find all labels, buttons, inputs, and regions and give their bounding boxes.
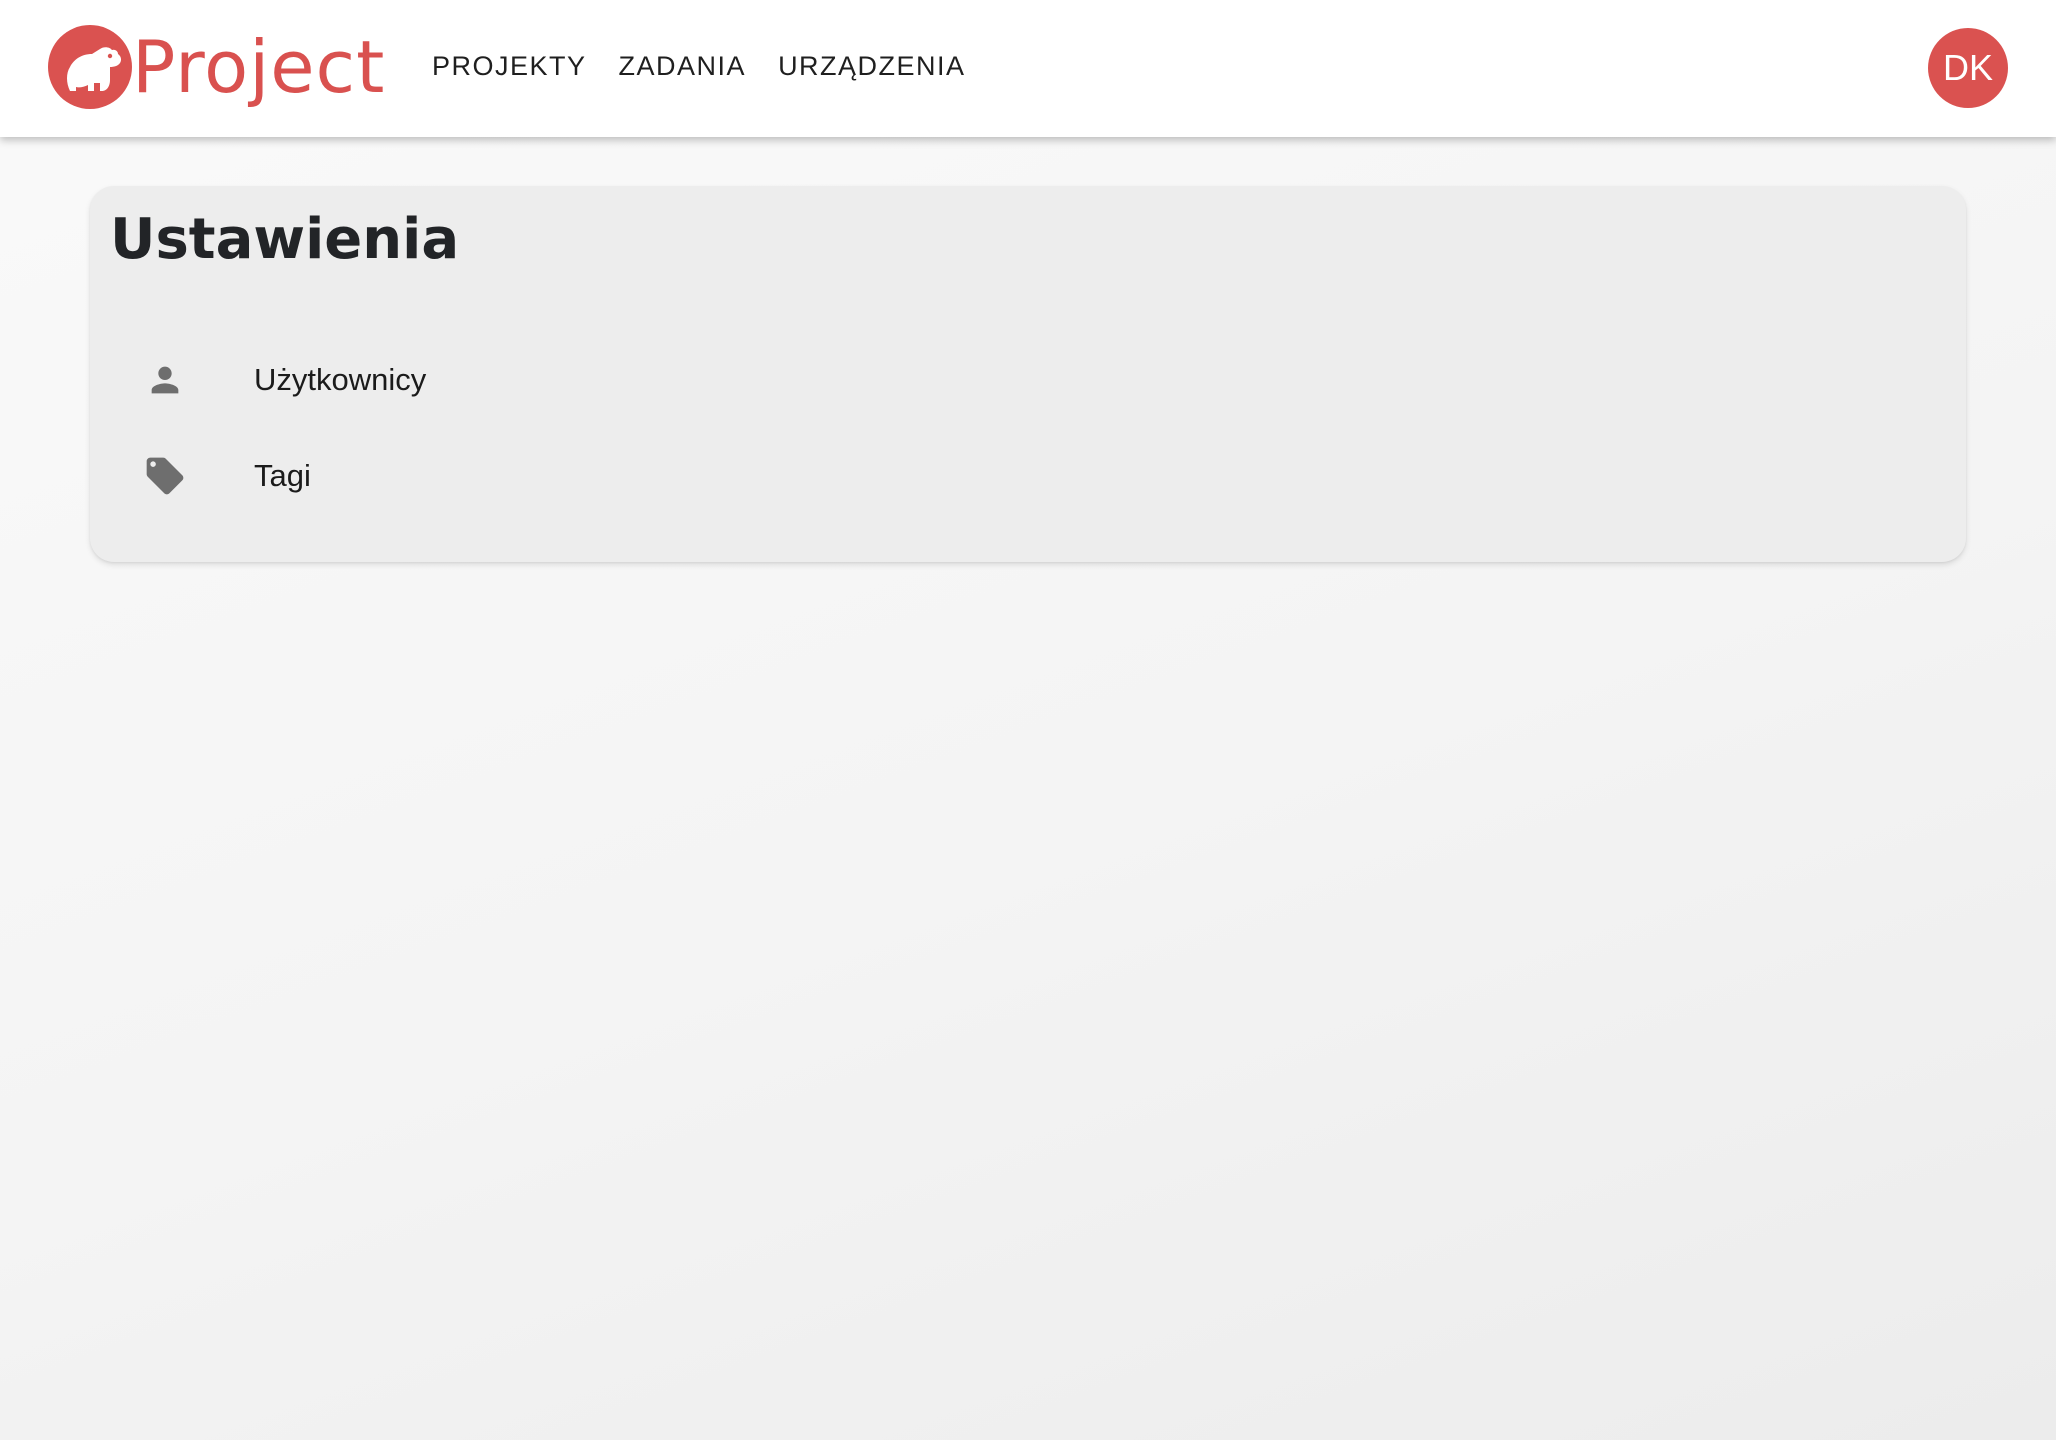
user-avatar[interactable]: DK: [1928, 28, 2008, 108]
settings-item-tags[interactable]: Tagi: [90, 428, 1966, 524]
settings-list: Użytkownicy Tagi: [90, 332, 1966, 524]
app-bar: Project PROJEKTY ZADANIA URZĄDZENIA DK: [0, 0, 2056, 137]
nav-item-zadania[interactable]: ZADANIA: [619, 44, 747, 88]
nav-item-urzadzenia[interactable]: URZĄDZENIA: [778, 44, 966, 88]
app-logo[interactable]: Project: [48, 22, 385, 112]
tag-icon: [142, 453, 188, 499]
settings-item-label: Tagi: [254, 458, 311, 493]
main-nav: PROJEKTY ZADANIA URZĄDZENIA: [432, 44, 966, 88]
settings-item-users[interactable]: Użytkownicy: [90, 332, 1966, 428]
person-icon: [142, 357, 188, 403]
page-title: Ustawienia: [110, 207, 460, 272]
settings-item-label: Użytkownicy: [254, 362, 427, 397]
nav-item-projekty[interactable]: PROJEKTY: [432, 44, 587, 88]
settings-card: Ustawienia Użytkownicy Tagi: [90, 186, 1966, 562]
app-logo-text: Project: [132, 25, 386, 109]
capybara-logo-icon: [48, 25, 132, 109]
